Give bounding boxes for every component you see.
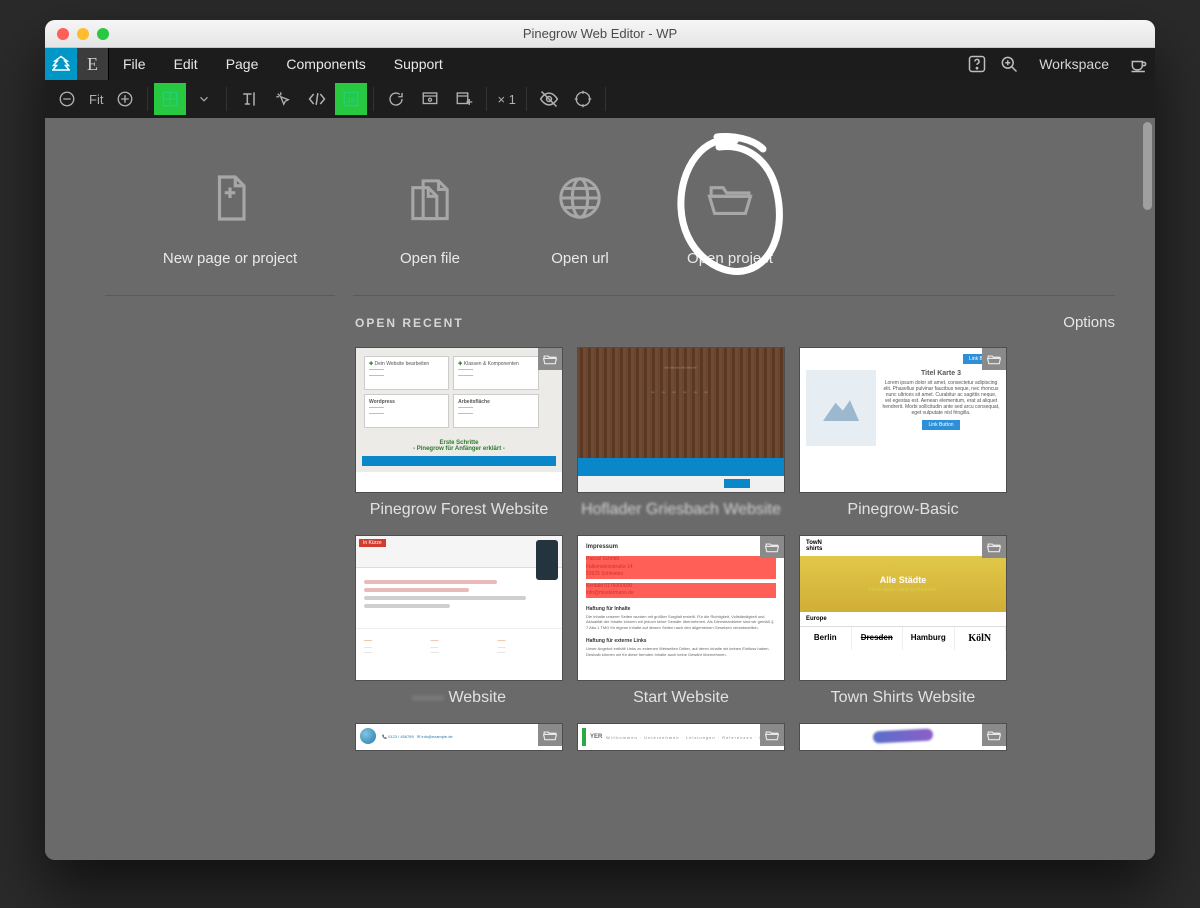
new-page-icon [105, 162, 355, 234]
recent-item[interactable]: ✚ Dein Website bearbeiten——————✚ Klassen… [355, 347, 563, 523]
workspace-menu[interactable]: Workspace [1025, 56, 1123, 72]
recent-item[interactable]: YERWillkommen · Unternehmen · Leistungen… [577, 723, 785, 751]
code-icon[interactable] [301, 83, 333, 115]
browser-preview-icon[interactable] [414, 83, 446, 115]
titlebar: Pinegrow Web Editor - WP [45, 20, 1155, 48]
pointer-click-icon[interactable] [267, 83, 299, 115]
menu-support[interactable]: Support [380, 48, 457, 80]
layout-guides-icon[interactable] [154, 83, 186, 115]
chevron-down-icon[interactable] [188, 83, 220, 115]
app-window: Pinegrow Web Editor - WP E File Edit Pag… [45, 20, 1155, 860]
multiplier[interactable]: × 1 [493, 92, 519, 107]
folder-badge-icon [982, 724, 1006, 746]
add-pageview-icon[interactable] [448, 83, 480, 115]
recent-grid: ✚ Dein Website bearbeiten——————✚ Klassen… [355, 339, 1115, 751]
scrollbar[interactable] [1143, 122, 1152, 210]
open-file-icon [355, 162, 505, 234]
js-icon[interactable]: JS [335, 83, 367, 115]
zoom-in-icon[interactable] [109, 83, 141, 115]
toolbar: Fit JS × 1 [45, 80, 1155, 118]
folder-badge-icon [982, 536, 1006, 558]
recent-item[interactable]: Link Button Titel Karte 3Lorem ipsum dol… [799, 347, 1007, 523]
recent-caption: Pinegrow-Basic [799, 493, 1007, 523]
action-open-file[interactable]: Open file [355, 162, 505, 267]
folder-badge-icon [538, 724, 562, 746]
visibility-off-icon[interactable] [533, 83, 565, 115]
action-label: Open url [505, 250, 655, 267]
open-recent-heading: OPEN RECENT [355, 316, 464, 330]
recent-caption: Start Website [577, 681, 785, 711]
recent-item[interactable] [799, 723, 1007, 751]
coffee-icon[interactable] [1123, 48, 1155, 80]
e-logo-icon[interactable]: E [77, 48, 109, 80]
menu-page[interactable]: Page [212, 48, 273, 80]
action-label: New page or project [105, 250, 355, 267]
window-title: Pinegrow Web Editor - WP [45, 26, 1155, 41]
action-open-project[interactable]: Open project [655, 162, 805, 267]
help-icon[interactable] [961, 48, 993, 80]
pinegrow-logo-icon[interactable] [45, 48, 77, 80]
action-open-url[interactable]: Open url [505, 162, 655, 267]
recent-item[interactable]: ⎯⎯⎯⎯⎯⎯⎯ ⎯ ⎯ ⎯ ⎯ ⎯ Hoflader Griesbach Web… [577, 347, 785, 523]
recent-item[interactable]: Impressum Pascal SchmittFalkensteinstraß… [577, 535, 785, 711]
menu-components[interactable]: Components [272, 48, 379, 80]
refresh-icon[interactable] [380, 83, 412, 115]
folder-badge-icon [982, 348, 1006, 370]
recent-caption: Pinegrow Forest Website [355, 493, 563, 523]
menu-file[interactable]: File [109, 48, 160, 80]
folder-open-icon [655, 162, 805, 234]
recent-item[interactable]: 📞 0123 / 456789 ✉ info@example.de [355, 723, 563, 751]
action-new-page[interactable]: New page or project [105, 162, 355, 267]
action-label: Open project [655, 250, 805, 267]
menu-edit[interactable]: Edit [160, 48, 212, 80]
recent-item[interactable]: TowN shirtsalle ▾ Alle StädteFinde deine… [799, 535, 1007, 711]
recent-caption: ⎯⎯⎯⎯ Website [355, 681, 563, 711]
svg-text:JS: JS [347, 96, 356, 105]
options-link[interactable]: Options [1063, 314, 1115, 331]
menubar: E File Edit Page Components Support Work… [45, 48, 1155, 80]
zoom-out-icon[interactable] [51, 83, 83, 115]
zoom-icon[interactable] [993, 48, 1025, 80]
folder-badge-icon [760, 724, 784, 746]
recent-caption: Town Shirts Website [799, 681, 1007, 711]
folder-badge-icon [538, 348, 562, 370]
start-screen: New page or project Open file Open url [45, 118, 1155, 860]
text-edit-icon[interactable] [233, 83, 265, 115]
folder-badge-icon [760, 536, 784, 558]
globe-icon [505, 162, 655, 234]
recent-caption: Hoflader Griesbach Website [577, 493, 785, 523]
zoom-fit[interactable]: Fit [85, 92, 107, 107]
recent-item[interactable]: In Kürze —————————————————— ⎯⎯⎯⎯ Website [355, 535, 563, 711]
target-icon[interactable] [567, 83, 599, 115]
menu-items: File Edit Page Components Support [109, 48, 457, 80]
action-label: Open file [355, 250, 505, 267]
